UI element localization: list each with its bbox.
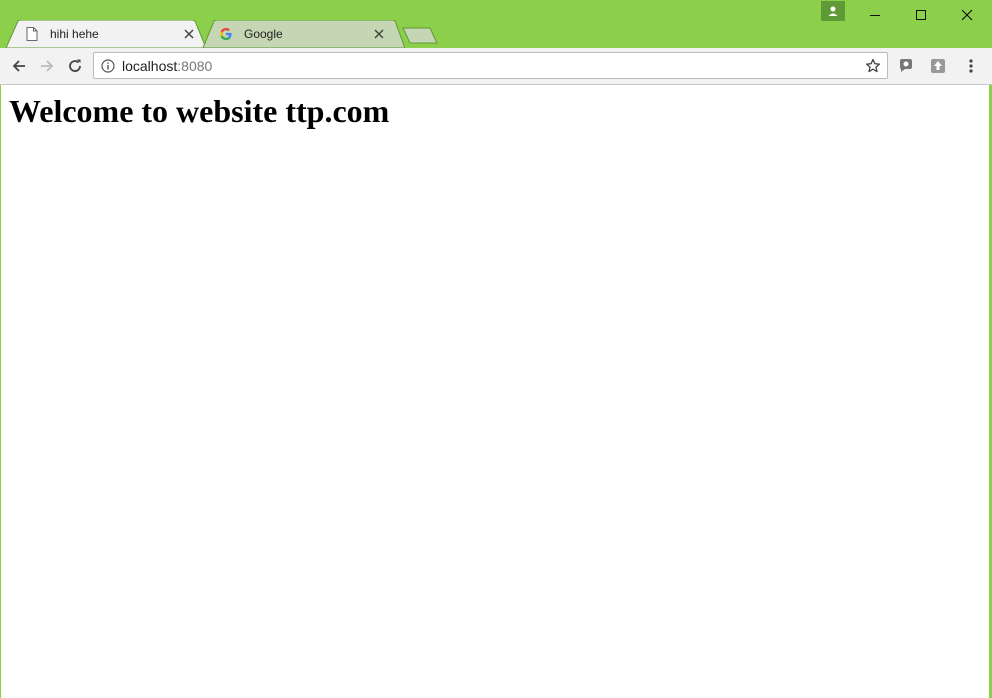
maximize-icon: [916, 10, 926, 20]
url-text[interactable]: localhost:8080: [122, 58, 863, 74]
close-window-button[interactable]: [944, 0, 990, 30]
page-content: Welcome to website ttp.com: [1, 85, 989, 698]
kebab-menu-icon[interactable]: [961, 56, 981, 76]
back-arrow-icon: [12, 60, 25, 72]
browser-toolbar: localhost:8080: [0, 48, 992, 85]
tab-google[interactable]: Google: [200, 20, 405, 48]
new-tab-button[interactable]: [402, 27, 438, 44]
forward-button[interactable]: [35, 54, 59, 78]
url-port: :8080: [177, 57, 213, 74]
page-icon: [24, 26, 40, 42]
url-host: localhost: [122, 57, 178, 74]
reload-icon: [69, 59, 81, 72]
star-icon[interactable]: [863, 56, 883, 76]
minimize-button[interactable]: [852, 0, 898, 30]
tab-hihi-hehe[interactable]: hihi hehe: [6, 20, 206, 48]
extension-speech-icon[interactable]: [896, 56, 916, 76]
profile-button[interactable]: [821, 1, 845, 21]
tab-title: Google: [244, 27, 283, 41]
close-icon[interactable]: [182, 27, 196, 41]
minimize-icon: [870, 15, 880, 16]
person-icon: [828, 6, 838, 16]
close-icon: [961, 9, 973, 21]
forward-arrow-icon: [41, 60, 54, 72]
back-button[interactable]: [7, 54, 31, 78]
close-icon[interactable]: [372, 27, 386, 41]
google-icon: [218, 26, 234, 42]
page-heading: Welcome to website ttp.com: [9, 93, 390, 129]
maximize-button[interactable]: [898, 0, 944, 30]
reload-button[interactable]: [63, 54, 87, 78]
extension-upload-icon[interactable]: [928, 56, 948, 76]
title-bar: hihi hehe Google: [0, 0, 992, 48]
info-icon[interactable]: [100, 58, 116, 74]
address-bar[interactable]: localhost:8080: [93, 52, 888, 79]
tab-title: hihi hehe: [50, 27, 99, 41]
